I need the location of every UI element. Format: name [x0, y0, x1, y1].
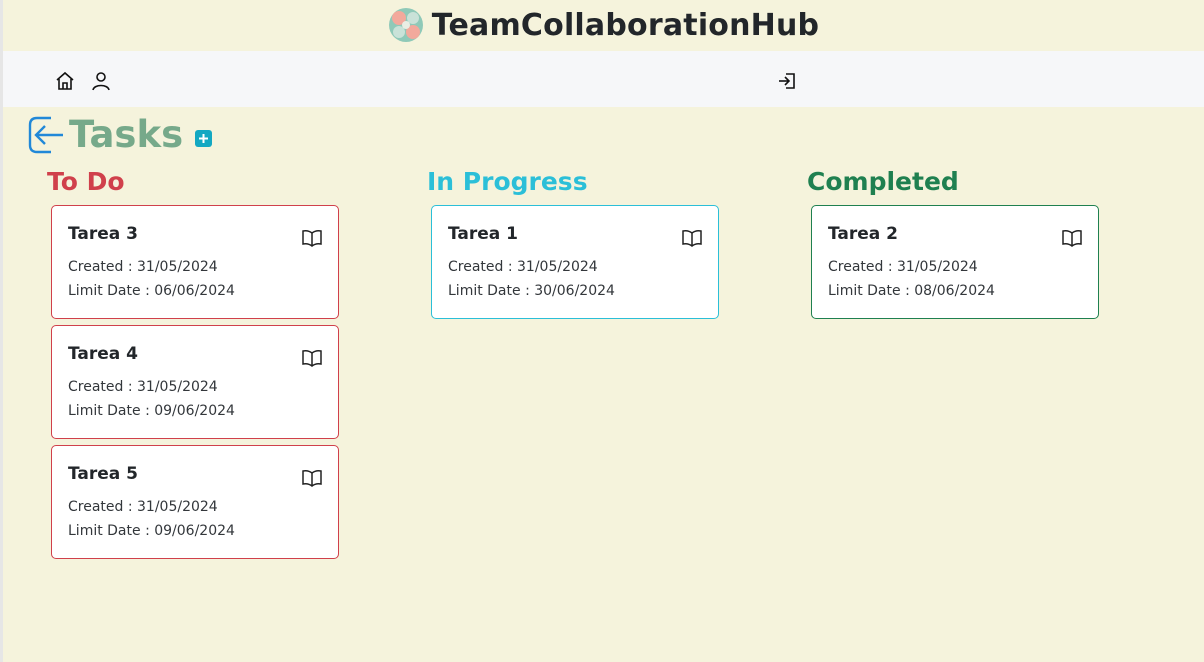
task-card[interactable]: Tarea 4 Created : 31/05/2024 Limit Date …: [51, 325, 339, 439]
task-created: Created : 31/05/2024: [68, 499, 218, 515]
task-name: Tarea 3: [68, 224, 139, 244]
task-limit-date: Limit Date : 09/06/2024: [68, 403, 235, 419]
navbar: [3, 51, 1204, 107]
app-title: TeamCollaborationHub: [431, 7, 820, 43]
column-title: To Do: [47, 167, 125, 196]
book-icon[interactable]: [302, 229, 322, 247]
task-limit-date: Limit Date : 08/06/2024: [828, 283, 995, 299]
task-limit-date: Limit Date : 09/06/2024: [68, 523, 235, 539]
task-name: Tarea 1: [448, 224, 519, 244]
task-card[interactable]: Tarea 1 Created : 31/05/2024 Limit Date …: [431, 205, 719, 319]
column-title: Completed: [807, 167, 959, 196]
page-title: Tasks: [69, 113, 184, 156]
task-created: Created : 31/05/2024: [68, 259, 218, 275]
app-header: TeamCollaborationHub: [3, 0, 1204, 50]
login-icon[interactable]: [777, 71, 797, 91]
home-icon[interactable]: [55, 71, 75, 91]
task-created: Created : 31/05/2024: [828, 259, 978, 275]
task-card[interactable]: Tarea 5 Created : 31/05/2024 Limit Date …: [51, 445, 339, 559]
column-todo: To Do Tarea 3 Created : 31/05/2024 Limit…: [47, 165, 347, 559]
column-completed: Completed Tarea 2 Created : 31/05/2024 L…: [807, 165, 1107, 319]
column-in-progress: In Progress Tarea 1 Created : 31/05/2024…: [427, 165, 727, 319]
add-icon[interactable]: [195, 129, 213, 147]
book-icon[interactable]: [302, 349, 322, 367]
task-card[interactable]: Tarea 3 Created : 31/05/2024 Limit Date …: [51, 205, 339, 319]
task-name: Tarea 4: [68, 344, 139, 364]
book-icon[interactable]: [302, 469, 322, 487]
logo-image: [388, 8, 423, 42]
task-limit-date: Limit Date : 06/06/2024: [68, 283, 235, 299]
task-name: Tarea 2: [828, 224, 899, 244]
back-arrow-icon[interactable]: [27, 115, 67, 155]
column-title: In Progress: [427, 167, 588, 196]
book-icon[interactable]: [1062, 229, 1082, 247]
task-card[interactable]: Tarea 2 Created : 31/05/2024 Limit Date …: [811, 205, 1099, 319]
task-created: Created : 31/05/2024: [68, 379, 218, 395]
task-name: Tarea 5: [68, 464, 139, 484]
task-limit-date: Limit Date : 30/06/2024: [448, 283, 615, 299]
tasks-header: Tasks: [27, 113, 213, 156]
book-icon[interactable]: [682, 229, 702, 247]
user-icon[interactable]: [91, 71, 111, 91]
task-created: Created : 31/05/2024: [448, 259, 598, 275]
